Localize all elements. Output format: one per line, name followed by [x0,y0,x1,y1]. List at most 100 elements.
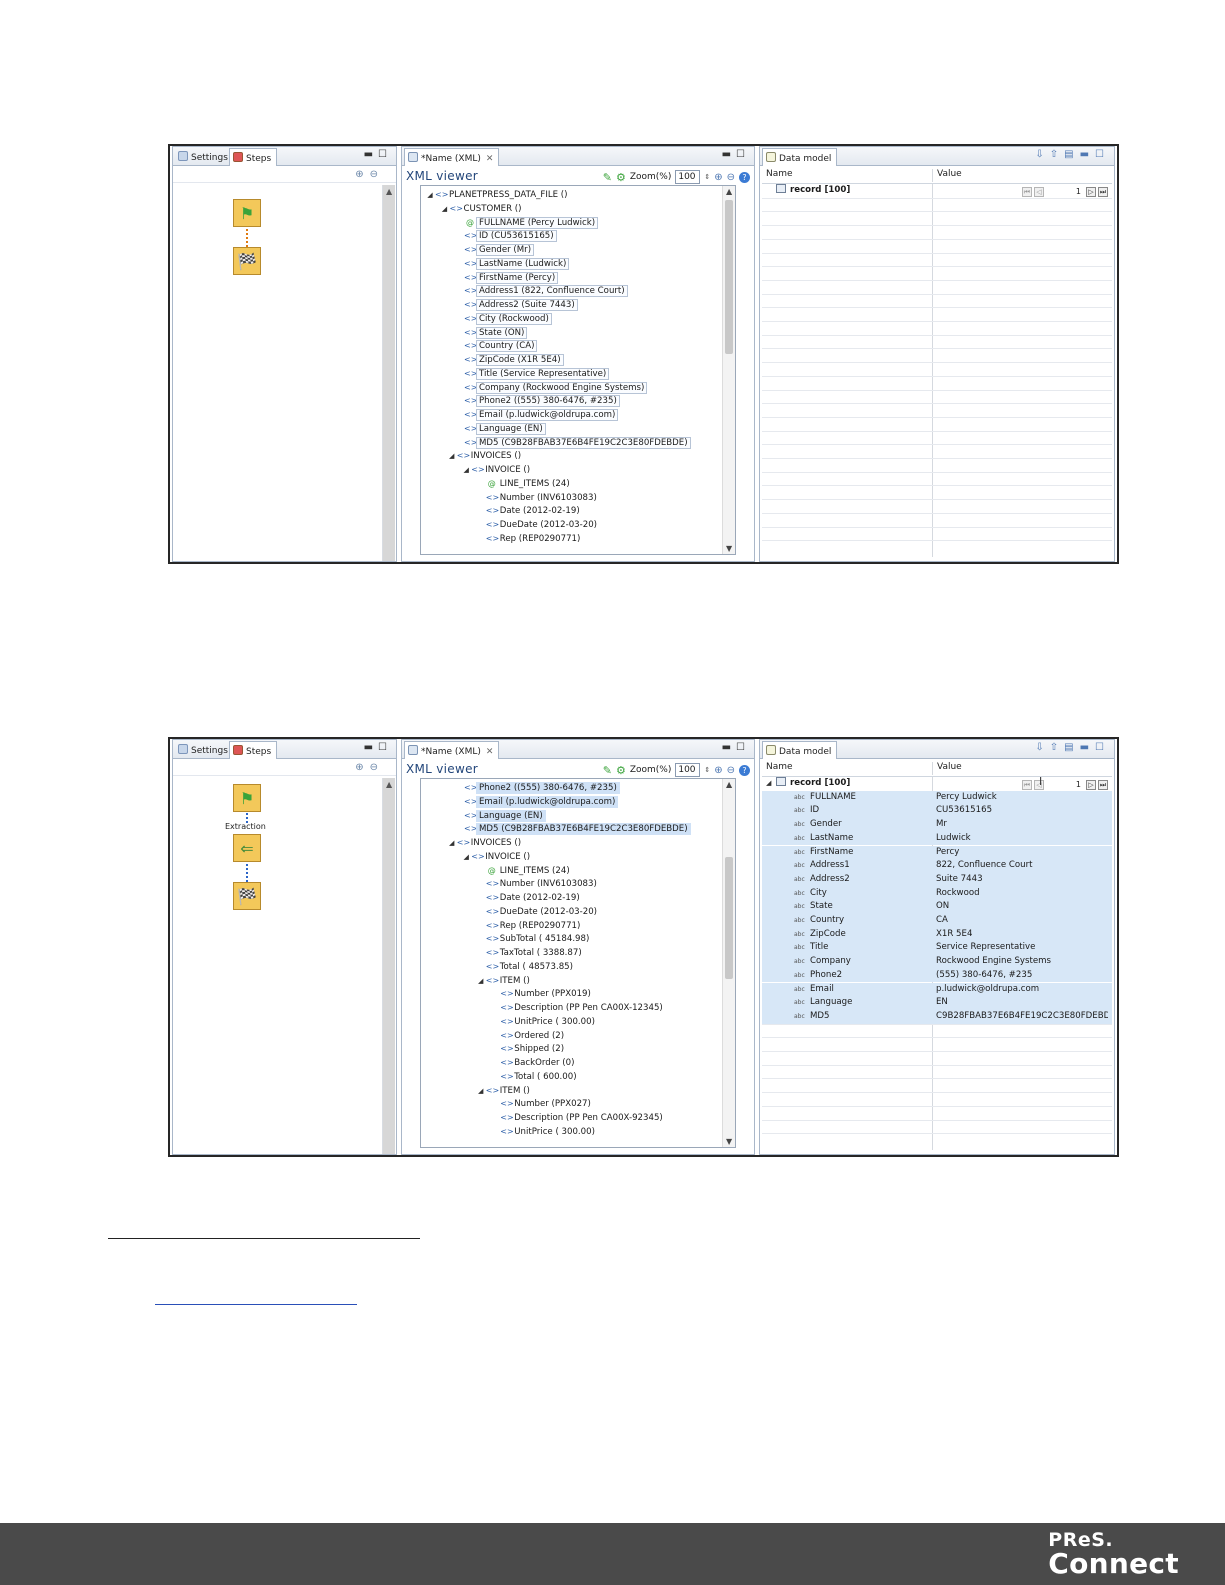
tree-node[interactable]: <>Description (PP Pen CA00X-12345) [490,1001,665,1015]
tree-node[interactable]: <> Language (EN) [454,809,546,823]
expand-icon[interactable]: ◢ [425,189,435,203]
next-record-icon[interactable]: ▷ [1086,186,1096,197]
tab-settings[interactable]: Settings [175,148,233,166]
tree-node[interactable]: <> Title (Service Representative) [454,367,610,381]
hyperlink-underline[interactable] [155,1304,357,1305]
close-icon[interactable]: ✕ [486,154,494,164]
expand-icon[interactable]: ◢ [476,1085,486,1099]
tree-node[interactable]: <>Total ( 48573.85) [476,960,575,974]
field-row[interactable]: abc Address2 Suite 7443 [762,872,1112,887]
field-row[interactable]: abc Address1 822, Confluence Court [762,859,1112,873]
field-row[interactable]: abc City Rockwood [762,886,1112,901]
tree-scrollbar[interactable]: ▲ ▼ [722,186,735,554]
tree-node[interactable]: <>DueDate (2012-03-20) [476,905,599,919]
tree-node[interactable]: <> City (Rockwood) [454,312,552,326]
scroll-up-icon[interactable]: ▲ [386,780,392,789]
zoom-out-icon[interactable]: ⊖ [727,765,735,776]
field-row[interactable]: abc LastName Ludwick [762,831,1112,846]
tree-node[interactable]: @ LINE_ITEMS (24) [476,477,572,491]
dm-toolbar-icons[interactable]: ⇩⇧▤▬☐ [1035,149,1110,160]
scroll-down-icon[interactable]: ▼ [726,544,732,553]
tree-node[interactable]: <>UnitPrice ( 300.00) [490,1125,597,1139]
tree-node[interactable]: <>BackOrder (0) [490,1056,576,1070]
expand-icon[interactable]: ◢ [476,975,486,989]
scroll-up-icon[interactable]: ▲ [726,780,732,789]
scroll-up-icon[interactable]: ▲ [726,187,732,196]
finish-step-icon[interactable]: 🏁 [233,882,261,910]
expand-icon[interactable]: ◢ [447,450,457,464]
tree-node[interactable]: <>Description (PP Pen CA00X-92345) [490,1111,665,1125]
zoom-icons[interactable]: ⊕⊖ [355,169,384,180]
tree-node[interactable]: ◢ <>ITEM () [476,1084,532,1098]
tree-node[interactable]: <>Rep (REP0290771) [476,532,583,546]
field-row[interactable]: abc ZipCode X1R 5E4 [762,927,1112,942]
expand-icon[interactable]: ◢ [461,464,471,478]
tree-node[interactable]: <> Address1 (822, Confluence Court) [454,284,628,298]
col-name[interactable]: Name [762,169,932,182]
tab-xml[interactable]: *Name (XML) ✕ [404,148,500,166]
tree-node[interactable]: <> Company (Rockwood Engine Systems) [454,381,648,395]
expand-icon[interactable]: ◢ [766,777,774,791]
field-row[interactable]: abc FirstName Percy [762,845,1112,860]
scroll-down-icon[interactable]: ▼ [726,1137,732,1146]
tab-steps[interactable]: Steps [229,148,278,166]
tree-node[interactable]: ◢ <>INVOICE () [461,463,532,477]
field-row[interactable]: abc Email p.ludwick@oldrupa.com [762,982,1112,997]
zoom-in-icon[interactable]: ⊕ [714,172,722,183]
tree-node[interactable]: <> Email (p.ludwick@oldrupa.com) [454,795,619,809]
minimize-maximize-icon[interactable]: ▬☐ [364,149,392,160]
start-step-icon[interactable]: ⚑ [233,199,261,227]
minimize-maximize-icon[interactable]: ▬☐ [722,149,750,160]
extract-icon[interactable]: ⚙ [616,171,626,184]
close-icon[interactable]: ✕ [486,747,494,757]
tree-node[interactable]: <>SubTotal ( 45184.98) [476,932,592,946]
field-row[interactable]: abc Language EN [762,996,1112,1010]
tree-node[interactable]: <> LastName (Ludwick) [454,257,570,271]
tree-node[interactable]: <> Gender (Mr) [454,243,535,257]
last-record-icon[interactable]: ⏭ [1098,186,1108,197]
last-record-icon[interactable]: ⏭ [1098,779,1108,790]
tree-node[interactable]: ◢ <>CUSTOMER () [440,202,524,216]
expand-icon[interactable]: ◢ [440,203,450,217]
expand-icon[interactable]: ◢ [461,851,471,865]
minimize-maximize-icon[interactable]: ▬☐ [722,742,750,753]
minimize-maximize-icon[interactable]: ▬☐ [364,742,392,753]
tree-node[interactable]: ◢ <>INVOICES () [447,449,523,463]
field-row[interactable]: abc MD5 C9B28FBAB37E6B4FE19C2C3E80FDEBDE [762,1009,1112,1024]
field-row[interactable]: abc Country CA [762,914,1112,928]
tree-node[interactable]: @ FULLNAME (Percy Ludwick) [454,216,599,230]
tree-node[interactable]: <>Number (INV6103083) [476,877,599,891]
tree-node[interactable]: <>Date (2012-02-19) [476,504,582,518]
tree-node[interactable]: <>Rep (REP0290771) [476,919,583,933]
tree-node[interactable]: <> ZipCode (X1R 5E4) [454,353,564,367]
next-record-icon[interactable]: ▷ [1086,779,1096,790]
first-record-icon[interactable]: ⏮ [1021,186,1032,197]
zoom-in-icon[interactable]: ⊕ [714,765,722,776]
tree-node[interactable]: <>Ordered (2) [490,1029,566,1043]
help-icon[interactable]: ? [739,764,750,776]
tree-node[interactable]: <> Email (p.ludwick@oldrupa.com) [454,408,619,422]
steps-scrollbar[interactable]: ▲ [382,185,395,561]
tree-node[interactable]: ◢ <>PLANETPRESS_DATA_FILE () [425,188,570,202]
zoom-spinner[interactable]: ⇕ [704,173,710,181]
tree-scrollbar[interactable]: ▲ ▼ [722,779,735,1147]
record-row[interactable]: ◢ record [100] ⏮ ◁ 1 ▷ ⏭ [762,777,1112,791]
field-row[interactable]: abc Gender Mr [762,818,1112,832]
zoom-input[interactable]: 100 [675,170,701,184]
tab-data-model[interactable]: Data model [762,741,838,759]
dm-toolbar-icons[interactable]: ⇩⇧▤▬☐ [1035,742,1110,753]
zoom-icons[interactable]: ⊕⊖ [355,762,384,773]
record-row[interactable]: record [100] ⏮ ◁ 1 ▷ ⏭ [762,184,1112,198]
tree-node[interactable]: <>Date (2012-02-19) [476,891,582,905]
tree-node[interactable]: @ LINE_ITEMS (24) [476,864,572,878]
tree-node[interactable]: <>Total ( 600.00) [490,1070,578,1084]
record-index[interactable]: 1 [1076,778,1081,792]
tree-node[interactable]: <> Language (EN) [454,422,546,436]
tree-node[interactable]: <> Country (CA) [454,339,538,353]
tree-node[interactable]: <> State (ON) [454,326,528,340]
tree-node[interactable]: <> FirstName (Percy) [454,271,559,285]
extraction-step-icon[interactable]: ⇐ [233,834,261,862]
field-row[interactable]: abc Title Service Representative [762,941,1112,956]
col-value[interactable]: Value [932,762,1112,775]
tag-icon[interactable]: ✎ [603,764,612,777]
